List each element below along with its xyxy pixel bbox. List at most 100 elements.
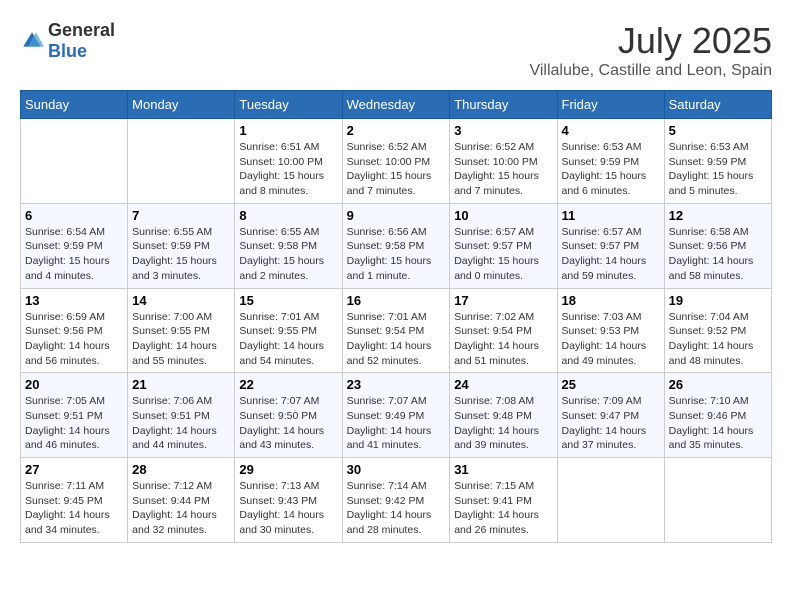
main-title: July 2025 [529,20,772,62]
calendar-cell: 10 Sunrise: 6:57 AMSunset: 9:57 PMDaylig… [450,203,557,288]
calendar-cell [128,119,235,204]
calendar-cell: 1 Sunrise: 6:51 AMSunset: 10:00 PMDaylig… [235,119,342,204]
day-detail: Sunrise: 7:12 AMSunset: 9:44 PMDaylight:… [132,479,230,538]
day-number: 1 [239,123,337,138]
calendar-cell: 7 Sunrise: 6:55 AMSunset: 9:59 PMDayligh… [128,203,235,288]
day-number: 11 [562,208,660,223]
weekday-header-wednesday: Wednesday [342,91,450,119]
calendar-cell: 30 Sunrise: 7:14 AMSunset: 9:42 PMDaylig… [342,458,450,543]
day-detail: Sunrise: 7:06 AMSunset: 9:51 PMDaylight:… [132,394,230,453]
day-number: 12 [669,208,767,223]
calendar-cell: 27 Sunrise: 7:11 AMSunset: 9:45 PMDaylig… [21,458,128,543]
calendar-cell [21,119,128,204]
day-number: 19 [669,293,767,308]
calendar-week-2: 6 Sunrise: 6:54 AMSunset: 9:59 PMDayligh… [21,203,772,288]
calendar-cell: 28 Sunrise: 7:12 AMSunset: 9:44 PMDaylig… [128,458,235,543]
calendar-cell: 18 Sunrise: 7:03 AMSunset: 9:53 PMDaylig… [557,288,664,373]
day-number: 21 [132,377,230,392]
day-number: 31 [454,462,552,477]
weekday-header-thursday: Thursday [450,91,557,119]
day-detail: Sunrise: 7:09 AMSunset: 9:47 PMDaylight:… [562,394,660,453]
calendar-cell: 26 Sunrise: 7:10 AMSunset: 9:46 PMDaylig… [664,373,771,458]
day-detail: Sunrise: 6:59 AMSunset: 9:56 PMDaylight:… [25,310,123,369]
day-detail: Sunrise: 7:04 AMSunset: 9:52 PMDaylight:… [669,310,767,369]
calendar-cell: 19 Sunrise: 7:04 AMSunset: 9:52 PMDaylig… [664,288,771,373]
day-number: 14 [132,293,230,308]
day-number: 24 [454,377,552,392]
calendar-cell: 25 Sunrise: 7:09 AMSunset: 9:47 PMDaylig… [557,373,664,458]
day-number: 25 [562,377,660,392]
day-number: 26 [669,377,767,392]
calendar-cell: 24 Sunrise: 7:08 AMSunset: 9:48 PMDaylig… [450,373,557,458]
day-detail: Sunrise: 6:52 AMSunset: 10:00 PMDaylight… [347,140,446,199]
calendar-cell [664,458,771,543]
calendar-cell: 2 Sunrise: 6:52 AMSunset: 10:00 PMDaylig… [342,119,450,204]
calendar-cell: 22 Sunrise: 7:07 AMSunset: 9:50 PMDaylig… [235,373,342,458]
logo-general: General [48,20,115,40]
day-number: 17 [454,293,552,308]
calendar-cell: 29 Sunrise: 7:13 AMSunset: 9:43 PMDaylig… [235,458,342,543]
day-number: 6 [25,208,123,223]
calendar-cell: 16 Sunrise: 7:01 AMSunset: 9:54 PMDaylig… [342,288,450,373]
logo: General Blue [20,20,115,62]
day-number: 18 [562,293,660,308]
calendar-cell: 14 Sunrise: 7:00 AMSunset: 9:55 PMDaylig… [128,288,235,373]
day-number: 5 [669,123,767,138]
weekday-header-saturday: Saturday [664,91,771,119]
day-detail: Sunrise: 6:57 AMSunset: 9:57 PMDaylight:… [454,225,552,284]
day-number: 10 [454,208,552,223]
day-detail: Sunrise: 6:55 AMSunset: 9:59 PMDaylight:… [132,225,230,284]
calendar-cell: 20 Sunrise: 7:05 AMSunset: 9:51 PMDaylig… [21,373,128,458]
calendar-cell: 9 Sunrise: 6:56 AMSunset: 9:58 PMDayligh… [342,203,450,288]
day-detail: Sunrise: 6:54 AMSunset: 9:59 PMDaylight:… [25,225,123,284]
calendar-header-row: SundayMondayTuesdayWednesdayThursdayFrid… [21,91,772,119]
day-detail: Sunrise: 6:55 AMSunset: 9:58 PMDaylight:… [239,225,337,284]
day-number: 20 [25,377,123,392]
day-detail: Sunrise: 6:57 AMSunset: 9:57 PMDaylight:… [562,225,660,284]
day-detail: Sunrise: 7:10 AMSunset: 9:46 PMDaylight:… [669,394,767,453]
day-detail: Sunrise: 7:11 AMSunset: 9:45 PMDaylight:… [25,479,123,538]
day-detail: Sunrise: 7:01 AMSunset: 9:55 PMDaylight:… [239,310,337,369]
calendar-cell: 3 Sunrise: 6:52 AMSunset: 10:00 PMDaylig… [450,119,557,204]
page-header: General Blue July 2025 Villalube, Castil… [20,20,772,80]
calendar-cell: 4 Sunrise: 6:53 AMSunset: 9:59 PMDayligh… [557,119,664,204]
day-number: 15 [239,293,337,308]
day-detail: Sunrise: 7:01 AMSunset: 9:54 PMDaylight:… [347,310,446,369]
calendar-cell: 21 Sunrise: 7:06 AMSunset: 9:51 PMDaylig… [128,373,235,458]
day-detail: Sunrise: 7:07 AMSunset: 9:49 PMDaylight:… [347,394,446,453]
calendar-cell: 15 Sunrise: 7:01 AMSunset: 9:55 PMDaylig… [235,288,342,373]
calendar-cell: 5 Sunrise: 6:53 AMSunset: 9:59 PMDayligh… [664,119,771,204]
day-number: 27 [25,462,123,477]
day-detail: Sunrise: 6:53 AMSunset: 9:59 PMDaylight:… [669,140,767,199]
day-detail: Sunrise: 7:13 AMSunset: 9:43 PMDaylight:… [239,479,337,538]
calendar-cell: 17 Sunrise: 7:02 AMSunset: 9:54 PMDaylig… [450,288,557,373]
calendar-cell: 13 Sunrise: 6:59 AMSunset: 9:56 PMDaylig… [21,288,128,373]
day-number: 9 [347,208,446,223]
day-detail: Sunrise: 6:52 AMSunset: 10:00 PMDaylight… [454,140,552,199]
calendar-cell: 8 Sunrise: 6:55 AMSunset: 9:58 PMDayligh… [235,203,342,288]
calendar-cell: 11 Sunrise: 6:57 AMSunset: 9:57 PMDaylig… [557,203,664,288]
day-detail: Sunrise: 7:05 AMSunset: 9:51 PMDaylight:… [25,394,123,453]
calendar-cell: 31 Sunrise: 7:15 AMSunset: 9:41 PMDaylig… [450,458,557,543]
weekday-header-friday: Friday [557,91,664,119]
logo-icon [20,29,44,53]
day-number: 29 [239,462,337,477]
day-detail: Sunrise: 6:56 AMSunset: 9:58 PMDaylight:… [347,225,446,284]
calendar-week-1: 1 Sunrise: 6:51 AMSunset: 10:00 PMDaylig… [21,119,772,204]
subtitle: Villalube, Castille and Leon, Spain [529,62,772,80]
day-detail: Sunrise: 6:51 AMSunset: 10:00 PMDaylight… [239,140,337,199]
day-number: 23 [347,377,446,392]
day-detail: Sunrise: 7:07 AMSunset: 9:50 PMDaylight:… [239,394,337,453]
calendar-cell: 12 Sunrise: 6:58 AMSunset: 9:56 PMDaylig… [664,203,771,288]
weekday-header-monday: Monday [128,91,235,119]
day-detail: Sunrise: 7:03 AMSunset: 9:53 PMDaylight:… [562,310,660,369]
day-number: 30 [347,462,446,477]
day-detail: Sunrise: 6:58 AMSunset: 9:56 PMDaylight:… [669,225,767,284]
calendar-table: SundayMondayTuesdayWednesdayThursdayFrid… [20,90,772,543]
day-detail: Sunrise: 7:08 AMSunset: 9:48 PMDaylight:… [454,394,552,453]
weekday-header-tuesday: Tuesday [235,91,342,119]
day-detail: Sunrise: 7:14 AMSunset: 9:42 PMDaylight:… [347,479,446,538]
day-number: 7 [132,208,230,223]
day-number: 4 [562,123,660,138]
day-detail: Sunrise: 7:15 AMSunset: 9:41 PMDaylight:… [454,479,552,538]
